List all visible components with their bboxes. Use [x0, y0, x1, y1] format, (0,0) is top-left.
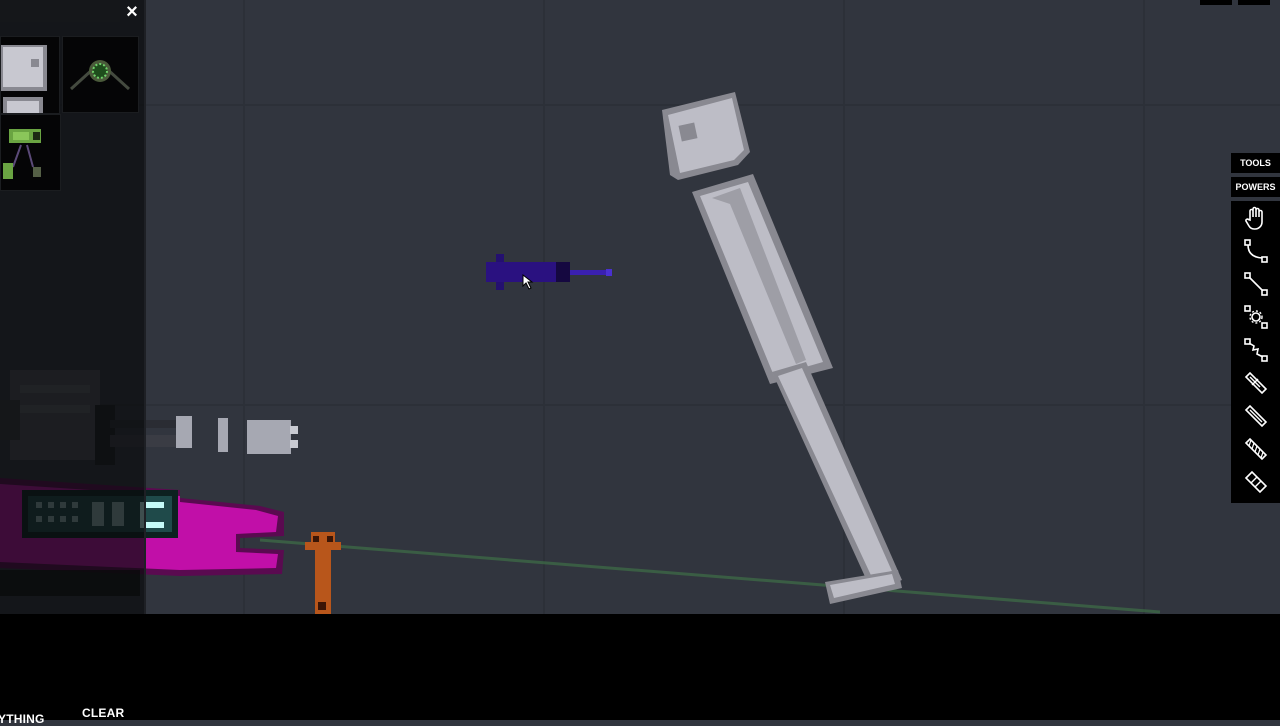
panel-search-field[interactable] [0, 0, 120, 22]
hinge-icon [1243, 304, 1268, 329]
tool-spring[interactable] [1231, 333, 1280, 366]
fixed-joint-icon [1244, 371, 1267, 394]
mouse-cursor-icon [522, 274, 534, 290]
spawn-item-spider-bot[interactable] [62, 36, 139, 113]
rigid-cable-icon [1243, 271, 1268, 296]
close-icon[interactable]: × [122, 2, 142, 22]
bottom-bar: YTHING CLEAR [0, 614, 1280, 726]
chain-icon [1244, 470, 1267, 493]
spawn-item-turret[interactable] [0, 114, 61, 191]
spawn-item-human[interactable] [0, 36, 60, 114]
tool-rigid-cable[interactable] [1231, 267, 1280, 300]
orange-stick[interactable] [305, 528, 345, 614]
ragdoll-human[interactable] [640, 80, 920, 614]
drag-hand-icon [1244, 206, 1263, 230]
syringe[interactable] [484, 254, 616, 290]
spring-icon [1243, 337, 1268, 362]
clear-button[interactable]: CLEAR [82, 706, 124, 720]
tool-rod[interactable] [1231, 399, 1280, 432]
panel-scrollbar[interactable] [144, 0, 146, 614]
tab-tools[interactable]: TOOLS [1231, 153, 1280, 173]
tool-drag[interactable] [1231, 201, 1280, 234]
turret-thumb-icon [3, 129, 41, 179]
ragdoll-torso[interactable] [692, 174, 833, 384]
spring-cable-icon [1244, 437, 1267, 460]
tool-fixed-joint[interactable] [1231, 366, 1280, 399]
tool-chain[interactable] [1231, 465, 1280, 498]
tool-hinge[interactable] [1231, 300, 1280, 333]
category-tab-everything[interactable]: YTHING [0, 712, 45, 726]
rope-icon [1243, 238, 1268, 263]
ragdoll-leg[interactable] [772, 362, 902, 604]
tool-spring-cable[interactable] [1231, 432, 1280, 465]
tool-strip [1231, 201, 1280, 503]
tab-powers[interactable]: POWERS [1231, 177, 1280, 197]
top-menu-button[interactable] [1200, 0, 1232, 5]
top-menu-button[interactable] [1238, 0, 1270, 5]
spider-bot-thumb-icon [69, 60, 131, 91]
human-thumb-icon [1, 45, 47, 113]
tool-rope[interactable] [1231, 234, 1280, 267]
rod-icon [1244, 404, 1267, 427]
playground-canvas[interactable] [0, 0, 1280, 614]
spawn-panel: × [0, 0, 146, 614]
ragdoll-head[interactable] [662, 92, 750, 180]
